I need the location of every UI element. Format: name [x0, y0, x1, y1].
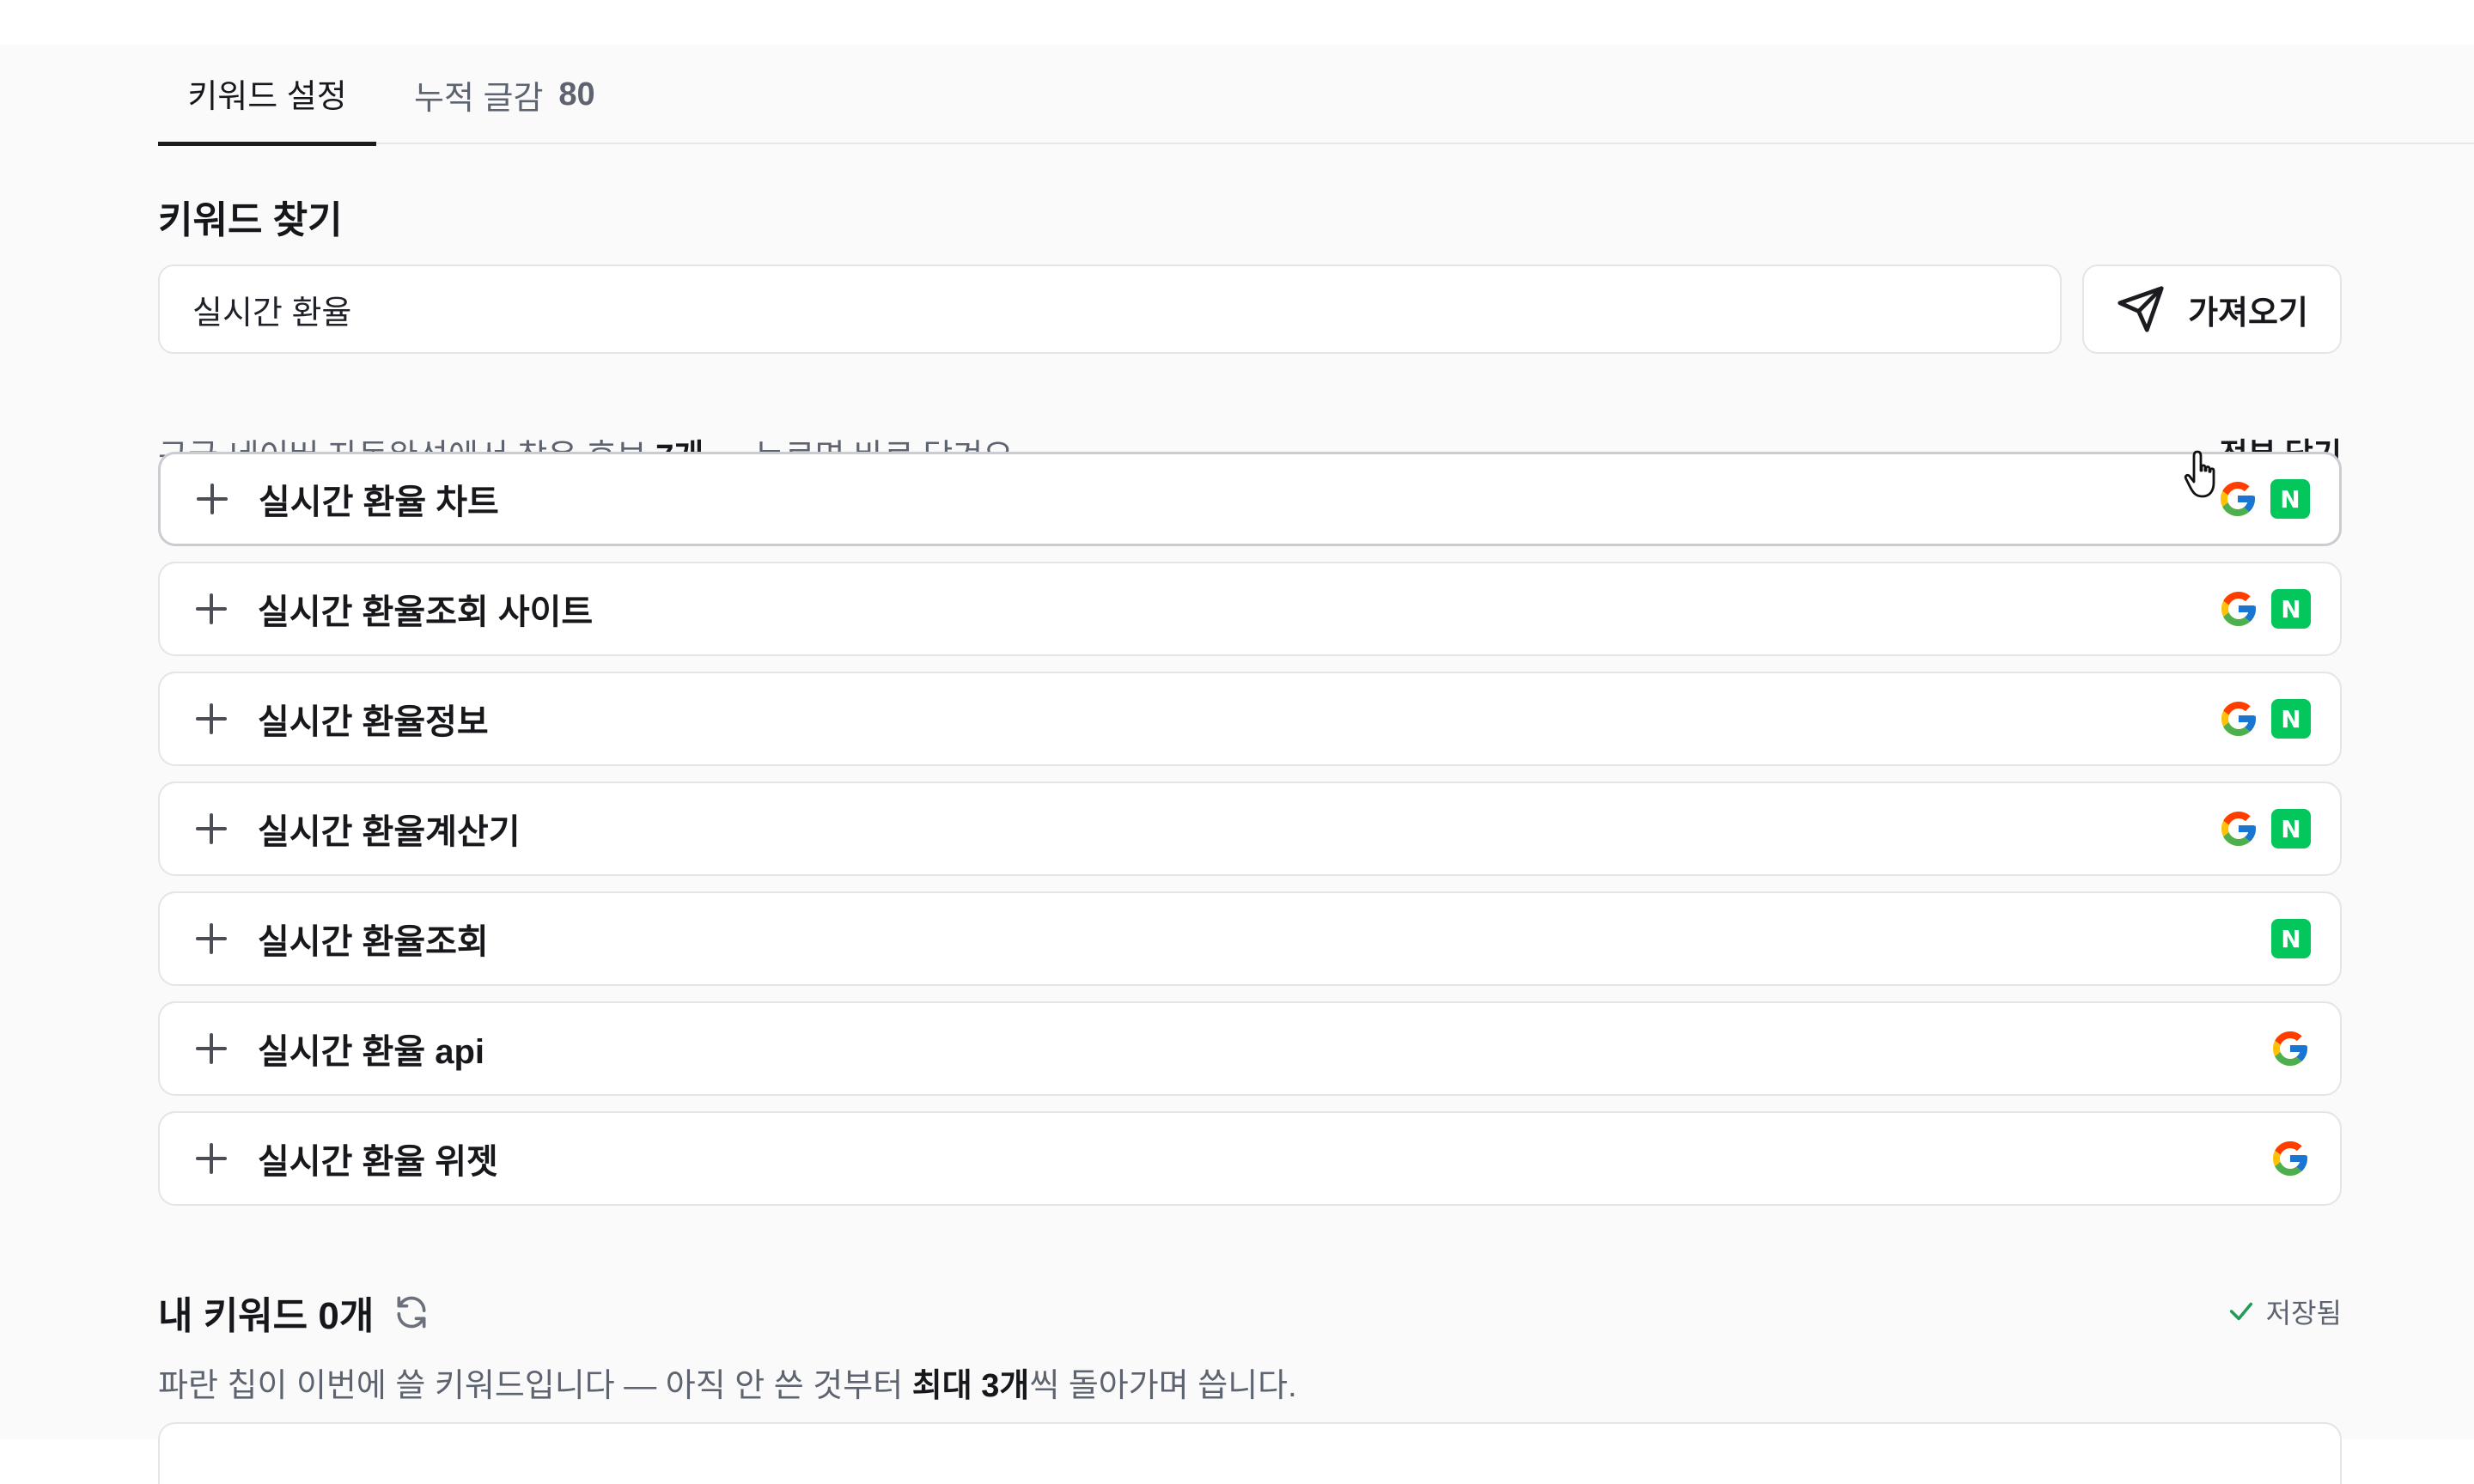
source-icons: N: [2217, 478, 2310, 520]
suggestion-label: 실시간 환율조회 사이트: [258, 593, 594, 631]
suggestion-label: 실시간 환율 차트: [259, 484, 499, 521]
suggestion-item[interactable]: 실시간 환율 api: [158, 1001, 2342, 1096]
my-keywords-box: [158, 1422, 2342, 1484]
send-icon: [2118, 286, 2164, 332]
page: 키워드 설정 누적 글감 80 키워드 찾기 가져오기 구글·네이버 자동완성에…: [0, 45, 2474, 1484]
source-icons: N: [2218, 808, 2311, 849]
saved-status: 저장됨: [2227, 1292, 2342, 1331]
check-icon: [2229, 1302, 2252, 1321]
suggestion-label: 실시간 환율계산기: [258, 813, 521, 851]
source-icons: N: [2218, 698, 2311, 739]
hand-cursor-icon: [2184, 450, 2215, 498]
plus-icon: [194, 592, 229, 626]
tab-bar: 키워드 설정 누적 글감 80: [158, 45, 2474, 146]
suggestion-item[interactable]: 실시간 환율계산기 N: [158, 782, 2342, 876]
naver-icon: N: [2271, 699, 2311, 739]
google-icon: [2221, 812, 2256, 846]
fetch-button-label: 가져오기: [2188, 295, 2308, 331]
naver-icon: N: [2271, 809, 2311, 848]
saved-label: 저장됨: [2265, 1298, 2342, 1329]
mine-hint-suffix: 씩 돌아가며 씁니다.: [1029, 1368, 1297, 1404]
suggestion-label: 실시간 환율정보: [258, 703, 489, 741]
google-icon: [2273, 1031, 2307, 1066]
suggestion-item[interactable]: 실시간 환율조회 N: [158, 891, 2342, 986]
keyword-search-input[interactable]: [158, 265, 2062, 354]
suggestion-item[interactable]: 실시간 환율 차트 N: [158, 452, 2342, 546]
my-keywords-hint: 파란 칩이 이번에 쓸 키워드입니다 — 아직 안 쓴 것부터 최대 3개씩 돌…: [158, 1359, 1297, 1406]
naver-icon: N: [2271, 919, 2311, 958]
google-icon: [2273, 1141, 2307, 1176]
suggestion-label: 실시간 환율 위젯: [258, 1143, 498, 1181]
naver-icon: N: [2270, 479, 2310, 519]
suggestion-label: 실시간 환율조회: [258, 923, 489, 961]
refresh-icon[interactable]: [393, 1293, 430, 1331]
mine-hint-bold: 최대 3개: [911, 1368, 1030, 1404]
google-icon: [2221, 592, 2256, 626]
source-icons: N: [2218, 588, 2311, 629]
plus-icon: [195, 482, 229, 516]
section-title: 키워드 찾기: [158, 199, 343, 241]
tab-label: 키워드 설정: [187, 79, 347, 115]
suggestion-label: 실시간 환율 api: [258, 1033, 485, 1071]
tab-accumulated-topics[interactable]: 누적 글감 80: [414, 45, 595, 144]
tab-count-badge: 80: [558, 76, 595, 113]
source-icons: N: [2271, 919, 2311, 958]
suggestion-item[interactable]: 실시간 환율조회 사이트 N: [158, 562, 2342, 656]
plus-icon: [194, 812, 229, 846]
suggestion-item[interactable]: 실시간 환율정보 N: [158, 672, 2342, 766]
suggestion-item[interactable]: 실시간 환율 위젯: [158, 1111, 2342, 1206]
plus-icon: [194, 1141, 229, 1176]
fetch-button[interactable]: 가져오기: [2082, 265, 2342, 354]
naver-icon: N: [2271, 589, 2311, 629]
tab-label: 누적 글감: [414, 80, 544, 117]
mine-hint-prefix: 파란 칩이 이번에 쓸 키워드입니다 — 아직 안 쓴 것부터: [158, 1368, 912, 1404]
source-icons: [2270, 1028, 2311, 1069]
plus-icon: [194, 702, 229, 736]
tab-keyword-settings[interactable]: 키워드 설정: [158, 45, 376, 146]
my-keywords-title: 내 키워드 0개: [158, 1295, 375, 1337]
google-icon: [2221, 702, 2256, 736]
source-icons: [2270, 1138, 2311, 1179]
plus-icon: [194, 1031, 229, 1066]
plus-icon: [194, 921, 229, 956]
my-keywords-header: 내 키워드 0개: [158, 1285, 430, 1340]
